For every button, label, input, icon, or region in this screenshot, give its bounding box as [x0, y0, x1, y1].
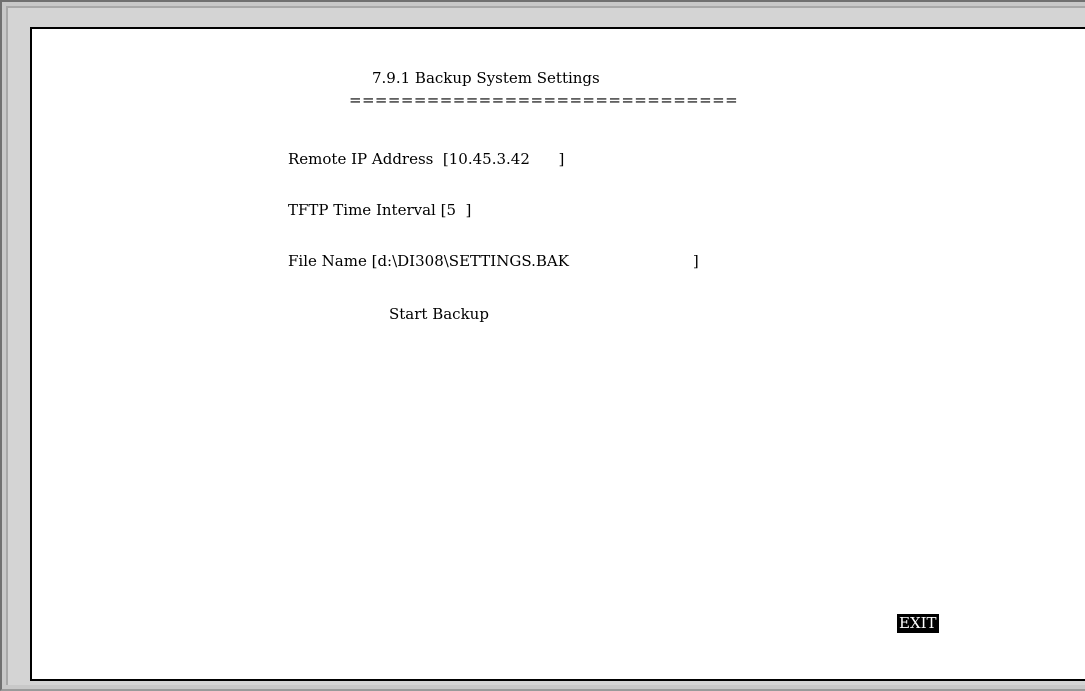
- remote-ip-row: Remote IP Address [10.45.3.42 ]: [288, 150, 564, 169]
- tftp-interval-label: TFTP Time Interval: [288, 201, 441, 219]
- title-underline: ==============================: [349, 91, 739, 109]
- tftp-interval-field[interactable]: [5 ]: [441, 201, 472, 219]
- start-backup-button[interactable]: Start Backup: [389, 305, 489, 323]
- tftp-interval-row: TFTP Time Interval [5 ]: [288, 201, 471, 220]
- page-title: 7.9.1 Backup System Settings: [372, 69, 600, 87]
- terminal-screen: 7.9.1 Backup System Settings ===========…: [30, 27, 1085, 681]
- file-name-field[interactable]: [d:\DI308\SETTINGS.BAK ]: [372, 252, 699, 270]
- remote-ip-field[interactable]: [10.45.3.42 ]: [443, 150, 564, 168]
- remote-ip-label: Remote IP Address: [288, 150, 443, 168]
- window-frame: 7.9.1 Backup System Settings ===========…: [0, 0, 1085, 691]
- exit-button[interactable]: EXIT: [897, 614, 939, 633]
- file-name-label: File Name: [288, 252, 372, 270]
- file-name-row: File Name [d:\DI308\SETTINGS.BAK ]: [288, 252, 699, 271]
